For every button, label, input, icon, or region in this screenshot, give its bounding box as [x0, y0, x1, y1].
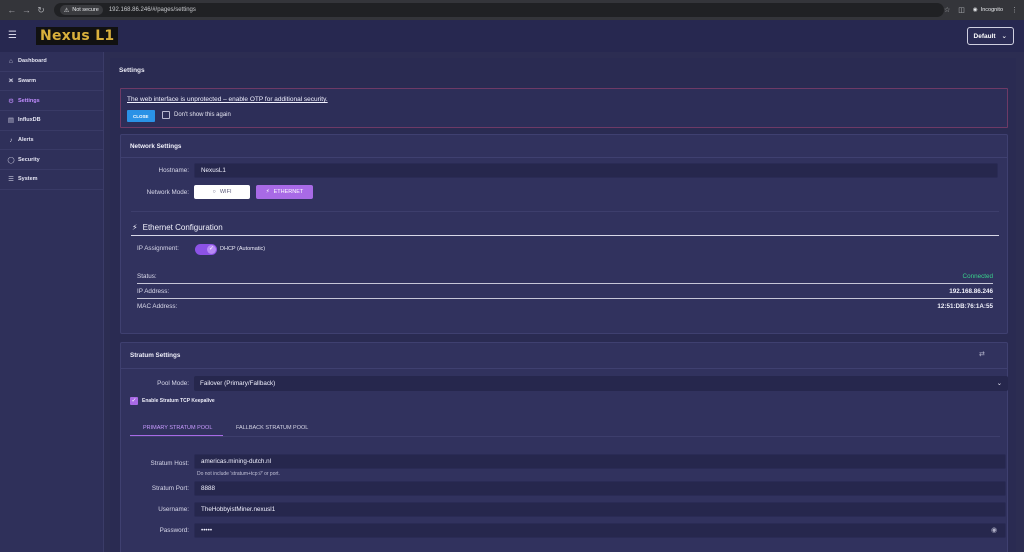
- brand-logo: Nexus L1: [36, 27, 119, 45]
- server-icon: ☰: [8, 176, 14, 184]
- sidebar-item-influxdb[interactable]: ▤ InfluxDB: [0, 111, 103, 131]
- pool-mode-label: Pool Mode:: [157, 380, 189, 387]
- network-settings-title: Network Settings: [130, 143, 182, 150]
- row-divider: [137, 283, 993, 284]
- password-label: Password:: [159, 527, 189, 534]
- chevron-down-icon: ⌄: [996, 380, 1002, 387]
- mac-address-row: MAC Address: 12:51:DB:76:1A:55: [137, 303, 993, 310]
- sidebar-item-system[interactable]: ☰ System: [0, 170, 103, 190]
- stratum-settings-title: Stratum Settings: [130, 352, 181, 359]
- sidebar-item-alerts[interactable]: ♪ Alerts: [0, 131, 103, 151]
- divider: [121, 368, 1007, 369]
- sidebar-item-security[interactable]: ◯ Security: [0, 150, 103, 171]
- tab-fallback-stratum-pool[interactable]: FALLBACK STRATUM POOL: [236, 425, 308, 431]
- page-title: Settings: [119, 67, 145, 74]
- back-icon[interactable]: ←: [6, 4, 18, 16]
- incognito-badge[interactable]: ◉ Incognito: [973, 7, 1003, 13]
- warning-icon: ⚠: [63, 7, 70, 14]
- sidebar-item-dashboard[interactable]: ⌂ Dashboard: [0, 52, 103, 72]
- dhcp-toggle[interactable]: ✓: [195, 244, 217, 255]
- alert-message[interactable]: The web interface is unprotected – enabl…: [127, 96, 328, 103]
- checkbox-box[interactable]: [162, 111, 170, 119]
- bell-icon: ♪: [9, 136, 13, 144]
- reload-icon[interactable]: ↻: [35, 4, 47, 16]
- sidebar: ⌂ Dashboard ⪤ Swarm ⚙ Settings ▤ InfluxD…: [0, 52, 104, 552]
- share-icon: ⪤: [8, 77, 14, 85]
- username-label: Username:: [158, 506, 189, 513]
- menu-icon[interactable]: ☰: [8, 31, 18, 41]
- pool-mode-select[interactable]: Failover (Primary/Fallback) ⌄: [194, 376, 1008, 391]
- stratum-port-input[interactable]: 8888: [194, 481, 1006, 496]
- hostname-label: Hostname:: [158, 167, 189, 174]
- divider: [131, 211, 999, 212]
- ip-address-value: 192.168.86.246: [949, 288, 993, 295]
- app-header: ☰ Nexus L1 Default ⌄: [0, 20, 1024, 52]
- dhcp-label: DHCP (Automatic): [220, 246, 266, 252]
- stratum-host-input[interactable]: americas.mining-dutch.nl: [194, 454, 1006, 469]
- eye-icon[interactable]: ◉: [991, 526, 997, 534]
- stratum-port-label: Stratum Port:: [151, 485, 189, 492]
- database-icon: ▤: [7, 117, 15, 125]
- ethernet-configuration-heading: ⚡ Ethernet Configuration: [132, 223, 223, 232]
- stratum-settings-card: Stratum Settings ⇄ Pool Mode: Failover (…: [120, 342, 1008, 552]
- address-bar[interactable]: ⚠ Not secure 192.168.86.246/#/pages/sett…: [53, 3, 944, 17]
- check-icon: ✓: [207, 245, 216, 254]
- browser-menu-icon[interactable]: ⋮: [1011, 6, 1018, 14]
- incognito-icon: ◉: [972, 7, 978, 13]
- chevron-down-icon: ⌄: [1001, 33, 1007, 40]
- tab-primary-stratum-pool[interactable]: PRIMARY STRATUM POOL: [143, 425, 212, 431]
- divider: [121, 157, 1007, 158]
- divider: [130, 436, 1000, 437]
- wifi-mode-button[interactable]: ○ WIFI: [194, 185, 250, 199]
- row-divider: [137, 298, 993, 299]
- browser-toolbar: ← → ↻ ⚠ Not secure 192.168.86.246/#/page…: [0, 0, 1024, 20]
- password-input[interactable]: •••••: [194, 523, 1006, 538]
- theme-select[interactable]: Default ⌄: [966, 27, 1014, 45]
- hostname-input[interactable]: NexusL1: [194, 163, 998, 178]
- swap-icon[interactable]: ⇄: [979, 350, 985, 358]
- sidebar-item-settings[interactable]: ⚙ Settings: [0, 91, 103, 112]
- close-button[interactable]: CLOSE: [127, 110, 155, 122]
- shield-icon: ◯: [7, 156, 15, 164]
- section-underline: [131, 235, 999, 236]
- security-alert: The web interface is unprotected – enabl…: [120, 88, 1008, 128]
- lightning-icon: ⚡: [265, 189, 270, 195]
- network-settings-card: Network Settings Hostname: NexusL1 Netwo…: [120, 134, 1008, 334]
- ethernet-mode-button[interactable]: ⚡ ETHERNET: [256, 185, 313, 199]
- mac-address-value: 12:51:DB:76:1A:55: [937, 303, 993, 310]
- dont-show-checkbox[interactable]: Don't show this again: [162, 111, 231, 119]
- keepalive-checkbox[interactable]: ✓ Enable Stratum TCP Keepalive: [130, 397, 215, 405]
- wifi-icon: ○: [212, 189, 216, 195]
- username-input[interactable]: TheHobbyistMiner.nexusl1: [194, 502, 1006, 517]
- forward-icon[interactable]: →: [21, 4, 33, 16]
- status-value: Connected: [962, 273, 993, 280]
- not-secure-badge[interactable]: ⚠ Not secure: [59, 5, 103, 15]
- bookmark-star-icon[interactable]: ☆: [944, 6, 950, 14]
- sidebar-item-swarm[interactable]: ⪤ Swarm: [0, 72, 103, 92]
- status-row: Status: Connected: [137, 273, 993, 280]
- side-panel-icon[interactable]: ◫: [958, 6, 965, 14]
- network-mode-label: Network Mode:: [146, 189, 189, 196]
- main-content: Settings The web interface is unprotecte…: [110, 58, 1016, 552]
- lightning-icon: ⚡: [132, 223, 138, 232]
- check-icon[interactable]: ✓: [130, 397, 138, 405]
- stratum-host-label: Stratum Host:: [150, 460, 190, 467]
- home-icon: ⌂: [9, 57, 13, 65]
- ip-assignment-label: IP Assignment:: [137, 245, 179, 252]
- gear-icon: ⚙: [8, 97, 14, 105]
- stratum-host-hint: Do not include 'stratum+tcp://' or port.: [197, 471, 280, 477]
- ip-address-row: IP Address: 192.168.86.246: [137, 288, 993, 295]
- url-text[interactable]: 192.168.86.246/#/pages/settings: [109, 7, 196, 13]
